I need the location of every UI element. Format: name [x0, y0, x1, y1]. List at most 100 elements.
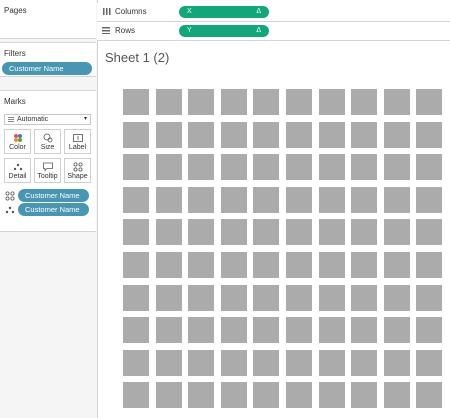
label-button[interactable]: Label: [64, 129, 91, 154]
mark-square[interactable]: [253, 382, 279, 408]
mark-square[interactable]: [286, 187, 312, 213]
mark-square[interactable]: [351, 89, 377, 115]
mark-square[interactable]: [319, 350, 345, 376]
mark-square[interactable]: [156, 187, 182, 213]
tooltip-button[interactable]: Tooltip: [34, 158, 61, 183]
mark-square[interactable]: [188, 252, 214, 278]
shape-button[interactable]: Shape: [64, 158, 91, 183]
mark-square[interactable]: [384, 382, 410, 408]
mark-square[interactable]: [286, 350, 312, 376]
mark-square[interactable]: [384, 187, 410, 213]
mark-square[interactable]: [384, 317, 410, 343]
mark-square[interactable]: [416, 122, 442, 148]
mark-square[interactable]: [416, 317, 442, 343]
mark-square[interactable]: [156, 154, 182, 180]
mark-square[interactable]: [416, 285, 442, 311]
mark-square[interactable]: [319, 154, 345, 180]
mark-square[interactable]: [319, 252, 345, 278]
mark-square[interactable]: [221, 285, 247, 311]
pages-card[interactable]: Pages: [0, 0, 96, 39]
mark-square[interactable]: [319, 187, 345, 213]
mark-square[interactable]: [416, 350, 442, 376]
mark-square[interactable]: [384, 285, 410, 311]
mark-square[interactable]: [286, 89, 312, 115]
rows-pill-y[interactable]: Y Δ: [179, 25, 269, 37]
mark-square[interactable]: [384, 252, 410, 278]
mark-square[interactable]: [123, 154, 149, 180]
mark-square[interactable]: [253, 285, 279, 311]
mark-square[interactable]: [221, 252, 247, 278]
mark-square[interactable]: [351, 252, 377, 278]
mark-square[interactable]: [123, 187, 149, 213]
mark-square[interactable]: [384, 89, 410, 115]
mark-square[interactable]: [188, 350, 214, 376]
mark-square[interactable]: [253, 154, 279, 180]
mark-square[interactable]: [319, 317, 345, 343]
filter-pill[interactable]: Customer Name: [2, 62, 92, 75]
mark-square[interactable]: [286, 317, 312, 343]
mark-square[interactable]: [351, 187, 377, 213]
mark-square[interactable]: [156, 382, 182, 408]
mark-square[interactable]: [286, 382, 312, 408]
mark-square[interactable]: [416, 187, 442, 213]
mark-square[interactable]: [384, 154, 410, 180]
mark-square[interactable]: [123, 122, 149, 148]
mark-square[interactable]: [188, 89, 214, 115]
detail-button[interactable]: Detail: [4, 158, 31, 183]
mark-square[interactable]: [221, 350, 247, 376]
mark-square[interactable]: [253, 187, 279, 213]
mark-square[interactable]: [123, 285, 149, 311]
mark-square[interactable]: [188, 382, 214, 408]
mark-type-select[interactable]: Automatic ▾: [4, 114, 91, 125]
mark-square[interactable]: [286, 154, 312, 180]
columns-shelf[interactable]: Columns X Δ: [97, 3, 450, 22]
mark-square[interactable]: [416, 219, 442, 245]
mark-square[interactable]: [221, 187, 247, 213]
rows-shelf[interactable]: Rows Y Δ: [97, 22, 450, 41]
mark-square[interactable]: [319, 122, 345, 148]
mark-square[interactable]: [123, 350, 149, 376]
mark-square[interactable]: [123, 219, 149, 245]
mark-square[interactable]: [351, 317, 377, 343]
mark-square[interactable]: [351, 382, 377, 408]
mark-square[interactable]: [416, 154, 442, 180]
mark-square[interactable]: [319, 285, 345, 311]
mark-square[interactable]: [123, 382, 149, 408]
mark-square[interactable]: [123, 252, 149, 278]
filters-card[interactable]: Filters Customer Name: [0, 42, 96, 77]
mark-square[interactable]: [188, 122, 214, 148]
mark-square[interactable]: [384, 122, 410, 148]
mark-square[interactable]: [286, 122, 312, 148]
mark-square[interactable]: [156, 219, 182, 245]
mark-square[interactable]: [221, 89, 247, 115]
mark-square[interactable]: [416, 252, 442, 278]
mark-square[interactable]: [286, 285, 312, 311]
mark-square[interactable]: [156, 350, 182, 376]
mark-square[interactable]: [156, 285, 182, 311]
mark-square[interactable]: [286, 252, 312, 278]
mark-square[interactable]: [253, 317, 279, 343]
mark-square[interactable]: [156, 252, 182, 278]
mark-square[interactable]: [416, 382, 442, 408]
mark-square[interactable]: [319, 219, 345, 245]
mark-square[interactable]: [156, 89, 182, 115]
mark-square[interactable]: [156, 122, 182, 148]
mark-square[interactable]: [351, 285, 377, 311]
mark-square[interactable]: [221, 122, 247, 148]
mark-square[interactable]: [253, 252, 279, 278]
size-button[interactable]: Size: [34, 129, 61, 154]
mark-square[interactable]: [156, 317, 182, 343]
columns-pill-x[interactable]: X Δ: [179, 6, 269, 18]
mark-square[interactable]: [416, 89, 442, 115]
color-button[interactable]: Color: [4, 129, 31, 154]
mark-square[interactable]: [188, 154, 214, 180]
mark-square[interactable]: [384, 219, 410, 245]
mark-square[interactable]: [384, 350, 410, 376]
mark-square[interactable]: [253, 350, 279, 376]
mark-square[interactable]: [351, 219, 377, 245]
mark-square[interactable]: [123, 89, 149, 115]
mark-square[interactable]: [351, 350, 377, 376]
mark-square[interactable]: [253, 122, 279, 148]
mark-square[interactable]: [319, 89, 345, 115]
mark-square[interactable]: [123, 317, 149, 343]
